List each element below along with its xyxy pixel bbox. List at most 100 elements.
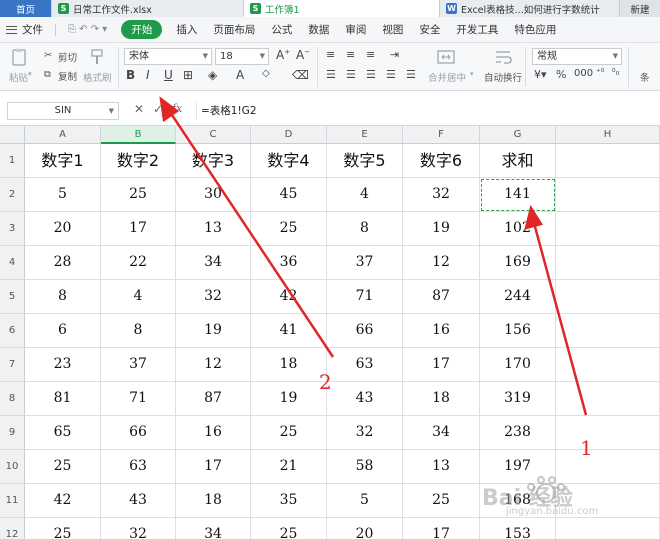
border-icon[interactable]: ⊞ — [183, 68, 193, 82]
menu-view[interactable]: 视图 — [374, 22, 411, 37]
menu-developer[interactable]: 开发工具 — [448, 22, 506, 37]
cell-c12[interactable]: 34 — [176, 518, 251, 539]
cell-b1[interactable]: 数字2 — [101, 144, 176, 178]
row-header-8[interactable]: 8 — [0, 382, 25, 416]
cell-b8[interactable]: 71 — [101, 382, 176, 416]
cell-e6[interactable]: 66 — [327, 314, 403, 348]
cell-d7[interactable]: 18 — [251, 348, 327, 382]
merge-center-button[interactable]: 合并居中 — [428, 70, 466, 84]
cell-e12[interactable]: 20 — [327, 518, 403, 539]
row-header-7[interactable]: 7 — [0, 348, 25, 382]
cell-h9[interactable] — [556, 416, 660, 450]
align-center-icon[interactable]: ☰ — [346, 68, 356, 81]
tab-workbook1[interactable]: S 工作簿1 — [244, 0, 440, 17]
menu-page-layout[interactable]: 页面布局 — [205, 22, 263, 37]
row-header-9[interactable]: 9 — [0, 416, 25, 450]
cell-d10[interactable]: 21 — [251, 450, 327, 484]
cell-c10[interactable]: 17 — [176, 450, 251, 484]
menu-file[interactable]: 文件 — [6, 22, 51, 37]
menu-features[interactable]: 特色应用 — [506, 22, 564, 37]
cut-icon[interactable]: ✂ — [44, 50, 52, 61]
row-header-12[interactable]: 12 — [0, 518, 25, 539]
cell-a8[interactable]: 81 — [25, 382, 101, 416]
cell-c11[interactable]: 18 — [176, 484, 251, 518]
wrap-text-button[interactable]: 自动换行 — [484, 70, 522, 84]
cell-g6[interactable]: 156 — [480, 314, 556, 348]
row-header-5[interactable]: 5 — [0, 280, 25, 314]
cell-g4[interactable]: 169 — [480, 246, 556, 280]
cell-e3[interactable]: 8 — [327, 212, 403, 246]
cell-d8[interactable]: 19 — [251, 382, 327, 416]
cell-d12[interactable]: 25 — [251, 518, 327, 539]
menu-undo-icons[interactable]: ⎘ ↶ ↷ ▾ — [60, 24, 115, 35]
cell-a4[interactable]: 28 — [25, 246, 101, 280]
wrap-text-icon[interactable] — [494, 48, 512, 66]
tab-home[interactable]: 首页 — [0, 0, 52, 17]
column-header-h[interactable]: H — [556, 126, 660, 144]
cell-h3[interactable] — [556, 212, 660, 246]
cell-e9[interactable]: 32 — [327, 416, 403, 450]
format-painter-button[interactable]: 格式刷 — [83, 70, 112, 84]
cell-b3[interactable]: 17 — [101, 212, 176, 246]
cell-h6[interactable] — [556, 314, 660, 348]
cell-c4[interactable]: 34 — [176, 246, 251, 280]
cell-g10[interactable]: 197 — [480, 450, 556, 484]
cell-c8[interactable]: 87 — [176, 382, 251, 416]
row-header-11[interactable]: 11 — [0, 484, 25, 518]
cell-b9[interactable]: 66 — [101, 416, 176, 450]
cell-d11[interactable]: 35 — [251, 484, 327, 518]
align-top-icon[interactable]: ≡ — [326, 48, 335, 61]
cell-f12[interactable]: 17 — [403, 518, 480, 539]
confirm-icon[interactable]: ✓ — [153, 102, 163, 116]
cell-h2[interactable] — [556, 178, 660, 212]
cell-c5[interactable]: 32 — [176, 280, 251, 314]
font-name-select[interactable]: 宋体 ▼ — [124, 48, 212, 65]
underline-icon[interactable]: U — [164, 68, 173, 82]
cell-f8[interactable]: 18 — [403, 382, 480, 416]
row-header-1[interactable]: 1 — [0, 144, 25, 178]
cell-d6[interactable]: 41 — [251, 314, 327, 348]
cell-a11[interactable]: 42 — [25, 484, 101, 518]
cell-h4[interactable] — [556, 246, 660, 280]
align-bottom-icon[interactable]: ≡ — [366, 48, 375, 61]
cell-a6[interactable]: 6 — [25, 314, 101, 348]
cell-c1[interactable]: 数字3 — [176, 144, 251, 178]
fill-color-icon[interactable]: ◈ — [208, 68, 217, 82]
cell-f1[interactable]: 数字6 — [403, 144, 480, 178]
formula-input[interactable]: =表格1!G2 — [196, 102, 656, 120]
eraser-icon[interactable]: ⌫ — [292, 68, 309, 82]
decrease-decimal-icon[interactable]: ⁰₀ — [612, 68, 619, 78]
cell-b5[interactable]: 4 — [101, 280, 176, 314]
cell-f2[interactable]: 32 — [403, 178, 480, 212]
paste-button[interactable]: 粘贴 — [9, 70, 28, 84]
cell-d3[interactable]: 25 — [251, 212, 327, 246]
cell-e5[interactable]: 71 — [327, 280, 403, 314]
cell-c3[interactable]: 13 — [176, 212, 251, 246]
row-header-4[interactable]: 4 — [0, 246, 25, 280]
cell-g12[interactable]: 153 — [480, 518, 556, 539]
cell-g3[interactable]: 102 — [480, 212, 556, 246]
cell-f11[interactable]: 25 — [403, 484, 480, 518]
cell-g8[interactable]: 319 — [480, 382, 556, 416]
justify-icon[interactable]: ☰ — [386, 68, 396, 81]
cell-d4[interactable]: 36 — [251, 246, 327, 280]
align-left-icon[interactable]: ☰ — [326, 68, 336, 81]
cell-g9[interactable]: 238 — [480, 416, 556, 450]
percent-icon[interactable]: % — [556, 68, 566, 81]
cell-f5[interactable]: 87 — [403, 280, 480, 314]
cell-e2[interactable]: 4 — [327, 178, 403, 212]
cell-f7[interactable]: 17 — [403, 348, 480, 382]
cut-button[interactable]: 剪切 — [58, 50, 77, 64]
cell-a3[interactable]: 20 — [25, 212, 101, 246]
cell-f3[interactable]: 19 — [403, 212, 480, 246]
column-header-c[interactable]: C — [176, 126, 251, 144]
indent-icon[interactable]: ⇥ — [390, 48, 399, 61]
cancel-icon[interactable]: ✕ — [134, 102, 144, 116]
format-painter-icon[interactable] — [88, 48, 106, 66]
row-header-6[interactable]: 6 — [0, 314, 25, 348]
row-header-10[interactable]: 10 — [0, 450, 25, 484]
tab-file-daily[interactable]: S 日常工作文件.xlsx — [52, 0, 244, 17]
column-header-g[interactable]: G — [480, 126, 556, 144]
cell-d1[interactable]: 数字4 — [251, 144, 327, 178]
column-header-b[interactable]: B — [101, 126, 176, 144]
